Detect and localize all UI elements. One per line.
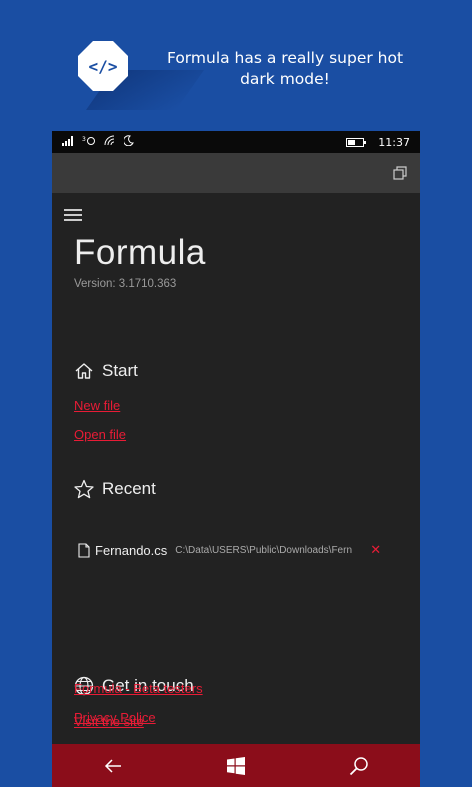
recent-heading-label: Recent	[102, 479, 156, 498]
restore-window-icon[interactable]	[393, 166, 407, 180]
search-icon[interactable]	[349, 756, 369, 776]
back-icon[interactable]	[103, 756, 123, 776]
promo-tagline: Formula has a really super hot dark mode…	[166, 49, 404, 88]
privacy-link[interactable]: Privacy Police	[74, 710, 156, 725]
recent-file-name: Fernando.cs	[95, 542, 168, 558]
open-file-link[interactable]: Open file	[74, 427, 126, 442]
wifi-icon	[104, 135, 116, 149]
battery-icon	[346, 137, 367, 147]
new-file-link[interactable]: New file	[74, 398, 120, 413]
windows-start-icon[interactable]	[226, 756, 246, 776]
beta-testers-link[interactable]: Formula - Beta testers	[74, 681, 203, 696]
star-icon	[74, 479, 94, 499]
system-nav-bar	[52, 744, 420, 787]
code-logo-icon: </>	[78, 41, 128, 91]
recent-file-path: C:\Data\USERS\Public\Downloads\Fern	[175, 544, 353, 556]
home-icon	[75, 363, 93, 379]
file-icon	[78, 542, 90, 558]
remove-recent-icon[interactable]: ✕	[370, 542, 381, 558]
hamburger-menu-icon[interactable]	[64, 209, 82, 221]
quiet-hours-icon	[123, 135, 134, 149]
version-label: Version: 3.1710.363	[74, 278, 177, 290]
signal-icon	[62, 135, 74, 149]
title-bar	[52, 153, 420, 193]
recent-heading: Recent	[74, 479, 156, 499]
main-content: Formula Version: 3.1710.363 Start New fi…	[52, 193, 420, 743]
svg-text:3: 3	[82, 136, 86, 143]
clock: 11:37	[378, 135, 410, 149]
start-heading-label: Start	[102, 361, 138, 380]
phone-screen: 3 11:37 Formula Version: 3.1710.363 Star…	[52, 131, 420, 787]
status-bar: 3 11:37	[52, 131, 420, 153]
app-title: Formula	[74, 233, 206, 272]
start-heading: Start	[74, 361, 138, 381]
network-icon: 3	[82, 135, 96, 149]
recent-file-item[interactable]: Fernando.cs C:\Data\USERS\Public\Downloa…	[78, 542, 381, 558]
